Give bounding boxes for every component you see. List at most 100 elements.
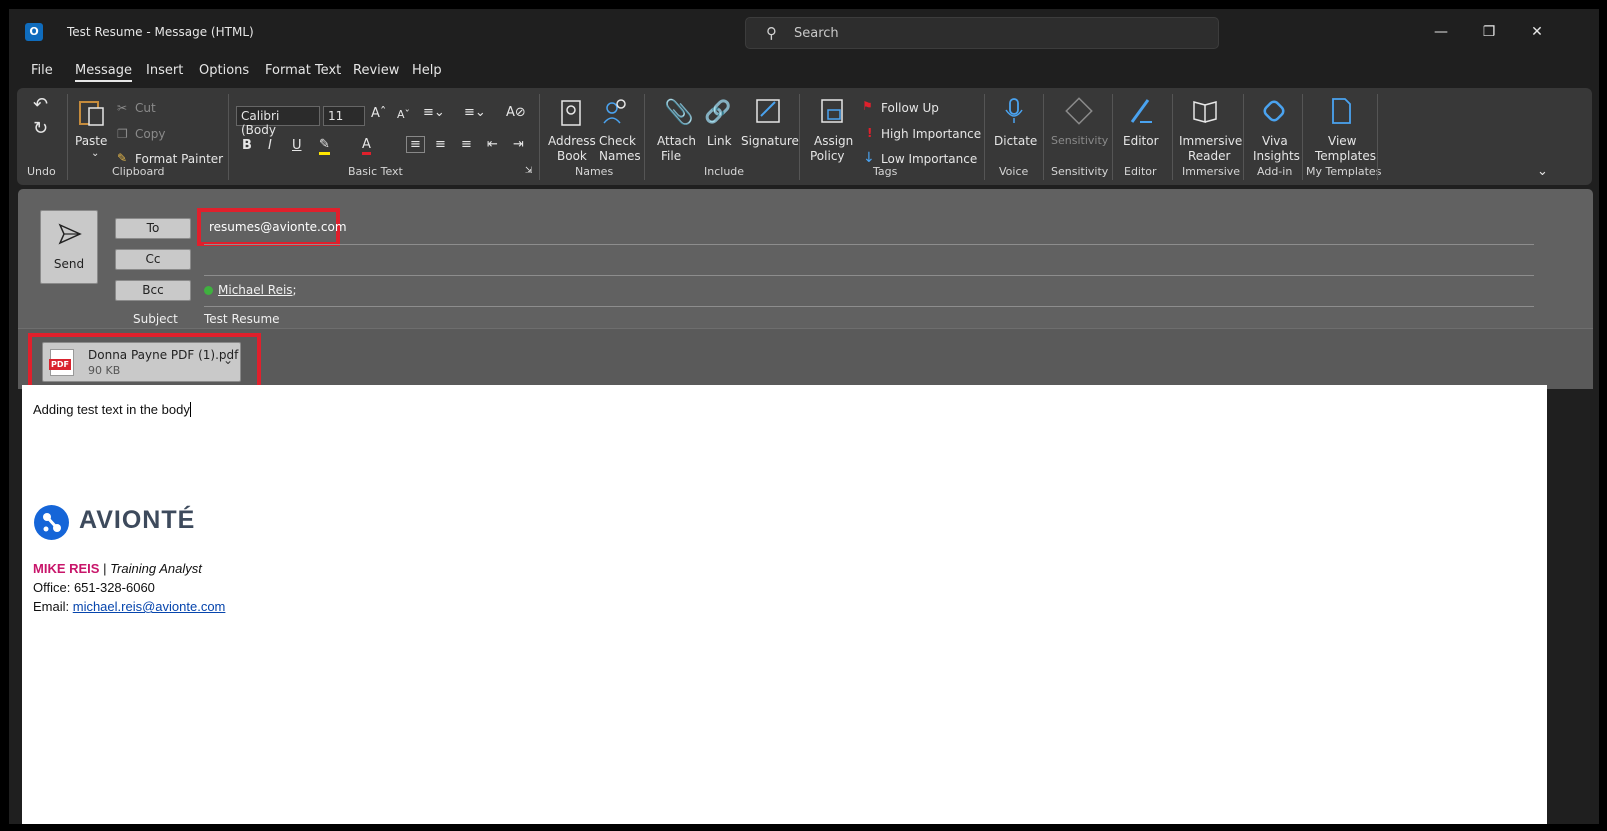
bcc-recipient[interactable]: Michael Reis [218, 283, 293, 297]
view-templates-icon[interactable] [1326, 96, 1356, 126]
viva-insights-icon[interactable] [1259, 96, 1289, 126]
cut-button[interactable]: Cut [135, 101, 156, 115]
copy-button[interactable]: Copy [135, 127, 165, 141]
paperclip-icon[interactable]: 📎 [664, 98, 694, 126]
restore-button[interactable]: ❐ [1469, 19, 1509, 45]
policy-label[interactable]: Policy [810, 149, 845, 163]
bcc-button[interactable]: Bcc [115, 280, 191, 301]
address-label[interactable]: Address [548, 134, 596, 148]
signature-title: Training Analyst [110, 561, 202, 576]
insights-label[interactable]: Insights [1253, 149, 1300, 163]
signature-email-line: Email: michael.reis@avionte.com [33, 599, 225, 614]
low-importance-button[interactable]: Low Importance [881, 152, 977, 166]
search-box[interactable]: ⚲ Search [745, 17, 1219, 49]
group-label-immersive: Immersive [1182, 165, 1241, 178]
immersive-label[interactable]: Immersive [1179, 134, 1242, 148]
bullets-icon[interactable]: ≡⌄ [423, 105, 445, 120]
assign-policy-icon[interactable] [817, 96, 847, 126]
assign-label[interactable]: Assign [814, 134, 853, 148]
tab-file[interactable]: File [31, 63, 53, 78]
dictate-button[interactable]: Dictate [994, 134, 1037, 148]
microphone-icon[interactable] [999, 96, 1029, 126]
clear-formatting-icon[interactable]: A⊘ [506, 105, 526, 120]
shrink-font-icon[interactable]: Aˇ [397, 108, 410, 121]
editor-icon[interactable] [1126, 96, 1156, 126]
title-bar: O Test Resume - Message (HTML) ⚲ Search … [9, 9, 1599, 55]
viva-label[interactable]: Viva [1262, 134, 1288, 148]
tab-message[interactable]: Message [75, 63, 132, 82]
group-label-editor: Editor [1124, 165, 1157, 178]
link-label[interactable]: Link [707, 134, 732, 148]
numbering-icon[interactable]: ≡⌄ [464, 105, 486, 120]
high-importance-button[interactable]: High Importance [881, 127, 981, 141]
bcc-separator: ; [292, 283, 297, 297]
decrease-indent-icon[interactable]: ⇤ [487, 137, 498, 152]
tab-insert[interactable]: Insert [146, 63, 183, 78]
redo-icon[interactable]: ↻ [33, 118, 48, 139]
subject-input[interactable]: Test Resume [204, 312, 280, 326]
font-color-icon[interactable]: A [362, 137, 371, 155]
follow-up-button[interactable]: Follow Up [881, 101, 939, 115]
attach-label[interactable]: Attach [657, 134, 696, 148]
link-icon[interactable]: 🔗 [704, 100, 731, 125]
book-label[interactable]: Book [557, 149, 587, 163]
group-label-voice: Voice [999, 165, 1029, 178]
to-button[interactable]: To [115, 218, 191, 239]
attachment-card[interactable]: PDF Donna Payne PDF (1).pdf 90 KB ⌄ [42, 342, 241, 382]
font-family-select[interactable]: Calibri (Body [236, 106, 320, 137]
align-center-icon[interactable]: ≡ [435, 137, 446, 152]
message-body[interactable]: Adding test text in the body AVIONTÉ MIK… [22, 385, 1547, 824]
address-book-icon[interactable] [556, 98, 586, 128]
close-button[interactable]: ✕ [1517, 19, 1557, 45]
attachment-chevron-icon[interactable]: ⌄ [223, 353, 233, 367]
align-left-icon[interactable]: ≡ [406, 136, 425, 153]
tab-format-text[interactable]: Format Text [265, 63, 341, 78]
tab-help[interactable]: Help [412, 63, 442, 78]
group-label-my-templates: My Templates [1306, 165, 1382, 178]
check-label[interactable]: Check [599, 134, 636, 148]
paste-icon[interactable] [77, 98, 107, 128]
body-text[interactable]: Adding test text in the body [33, 402, 191, 417]
dialog-launcher-icon[interactable]: ⇲ [525, 166, 533, 176]
grow-font-icon[interactable]: Aˆ [371, 106, 386, 121]
tab-options[interactable]: Options [199, 63, 249, 78]
to-field-highlight[interactable]: resumes@avionte.com [197, 208, 347, 246]
logo-mark-icon [43, 513, 61, 532]
bold-icon[interactable]: B [242, 138, 252, 153]
cc-field-line[interactable] [204, 275, 1534, 276]
paste-chevron-icon[interactable]: ⌄ [91, 148, 99, 159]
follow-up-flag-icon: ⚑ [862, 99, 873, 113]
paste-button[interactable]: Paste [75, 134, 107, 148]
names-label[interactable]: Names [599, 149, 641, 163]
cut-icon: ✂ [117, 101, 128, 115]
italic-icon[interactable]: I [268, 138, 272, 153]
font-size-select[interactable]: 11 [323, 106, 365, 126]
underline-icon[interactable]: U [292, 138, 302, 153]
file-label[interactable]: File [661, 149, 681, 163]
search-icon: ⚲ [766, 24, 777, 42]
send-button[interactable]: Send [40, 210, 98, 284]
undo-icon[interactable]: ↶ [33, 94, 48, 115]
check-names-icon[interactable] [601, 96, 631, 126]
signature-email-link[interactable]: michael.reis@avionte.com [73, 599, 226, 614]
signature-separator: | [99, 561, 111, 576]
ribbon-collapse-chevron-icon[interactable]: ⌄ [1537, 164, 1548, 179]
increase-indent-icon[interactable]: ⇥ [513, 137, 524, 152]
signature-icon[interactable] [753, 96, 783, 126]
editor-button[interactable]: Editor [1123, 134, 1159, 148]
to-recipient[interactable]: resumes@avionte.com [209, 220, 347, 234]
minimize-button[interactable]: — [1421, 19, 1461, 45]
view-label[interactable]: View [1328, 134, 1356, 148]
align-right-icon[interactable]: ≡ [461, 137, 472, 152]
highlight-icon[interactable]: ✎ [319, 137, 330, 155]
bcc-field[interactable]: Michael Reis; [204, 283, 297, 297]
signature-label[interactable]: Signature [741, 134, 799, 148]
ribbon-separator [1243, 94, 1244, 180]
templates-label[interactable]: Templates [1315, 149, 1376, 163]
tab-review[interactable]: Review [353, 63, 399, 78]
reader-label[interactable]: Reader [1188, 149, 1230, 163]
ribbon-separator [799, 94, 800, 180]
format-painter-button[interactable]: Format Painter [135, 152, 223, 166]
cc-button[interactable]: Cc [115, 249, 191, 270]
immersive-reader-icon[interactable] [1191, 96, 1221, 126]
